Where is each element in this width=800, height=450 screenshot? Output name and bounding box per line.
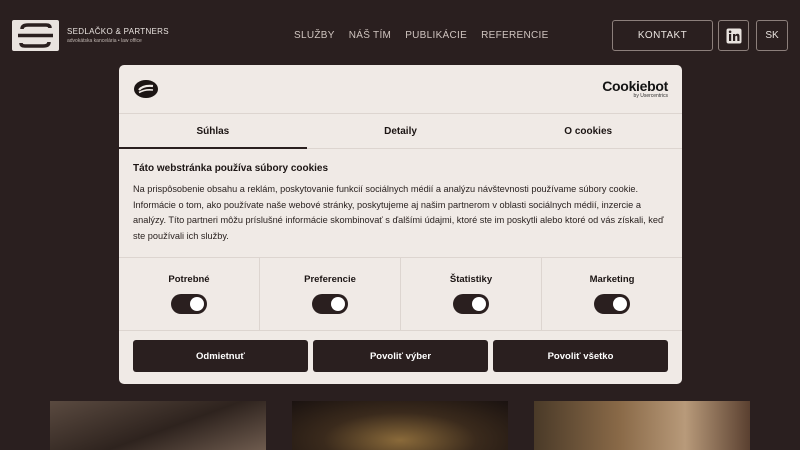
allow-selection-button[interactable]: Povoliť výber [313, 340, 488, 372]
logo-name: SEDLAČKO & PARTNERS [67, 27, 169, 36]
nav-item-referencie[interactable]: REFERENCIE [481, 30, 548, 41]
tab-detaily[interactable]: Detaily [307, 114, 495, 148]
cookiebot-logo-text: Cookiebot [602, 78, 668, 94]
contact-button[interactable]: KONTAKT [612, 20, 713, 51]
allow-all-button[interactable]: Povoliť všetko [493, 340, 668, 372]
logo-tagline: advokátska kancelária • law office [67, 38, 142, 44]
linkedin-icon [726, 28, 741, 43]
site-logo[interactable]: SEDLAČKO & PARTNERS advokátska kancelári… [12, 20, 169, 51]
preferences-toggle[interactable] [312, 294, 348, 314]
linkedin-button[interactable] [718, 20, 749, 51]
consent-category-marketing: Marketing [542, 258, 682, 330]
consent-category-preferences: Preferencie [260, 258, 401, 330]
service-card-image[interactable] [534, 401, 750, 450]
consent-label: Preferencie [304, 274, 356, 285]
consent-body: Táto webstránka používa súbory cookies N… [119, 149, 682, 257]
language-button[interactable]: SK [756, 20, 788, 51]
consent-category-statistics: Štatistiky [401, 258, 542, 330]
consent-tabs: Súhlas Detaily O cookies [119, 113, 682, 149]
tab-o-cookies[interactable]: O cookies [494, 114, 682, 148]
consent-heading: Táto webstránka používa súbory cookies [133, 163, 329, 174]
necessary-toggle[interactable] [171, 294, 207, 314]
nav-item-sluzby[interactable]: SLUŽBY [294, 30, 335, 41]
consent-label: Marketing [589, 274, 635, 285]
logo-mark-icon [12, 20, 59, 51]
consent-label: Štatistiky [449, 274, 493, 285]
site-header: SEDLAČKO & PARTNERS advokátska kancelári… [0, 0, 800, 70]
nav-item-nas-tim[interactable]: NÁŠ TÍM [349, 30, 391, 41]
service-card-image[interactable] [50, 401, 266, 450]
nav-item-publikacie[interactable]: PUBLIKÁCIE [405, 30, 467, 41]
tab-suhlas[interactable]: Súhlas [119, 114, 307, 149]
cookie-consent-dialog: Cookiebot by Usercentrics Súhlas Detaily… [119, 65, 682, 384]
consent-text: Na prispôsobenie obsahu a reklám, poskyt… [133, 184, 664, 241]
marketing-toggle[interactable] [594, 294, 630, 314]
consent-actions: Odmietnuť Povoliť výber Povoliť všetko [119, 331, 682, 381]
statistics-toggle[interactable] [453, 294, 489, 314]
consent-label: Potrebné [168, 274, 210, 285]
consent-categories: Potrebné Preferencie Štatistiky Marketin… [119, 257, 682, 331]
main-nav: SLUŽBY NÁŠ TÍM PUBLIKÁCIE REFERENCIE [294, 30, 549, 41]
service-card-image[interactable] [292, 401, 508, 450]
cookiebot-brand[interactable]: Cookiebot by Usercentrics [602, 78, 668, 99]
reject-button[interactable]: Odmietnuť [133, 340, 308, 372]
consent-category-necessary: Potrebné [119, 258, 260, 330]
cookie-icon [133, 79, 159, 104]
